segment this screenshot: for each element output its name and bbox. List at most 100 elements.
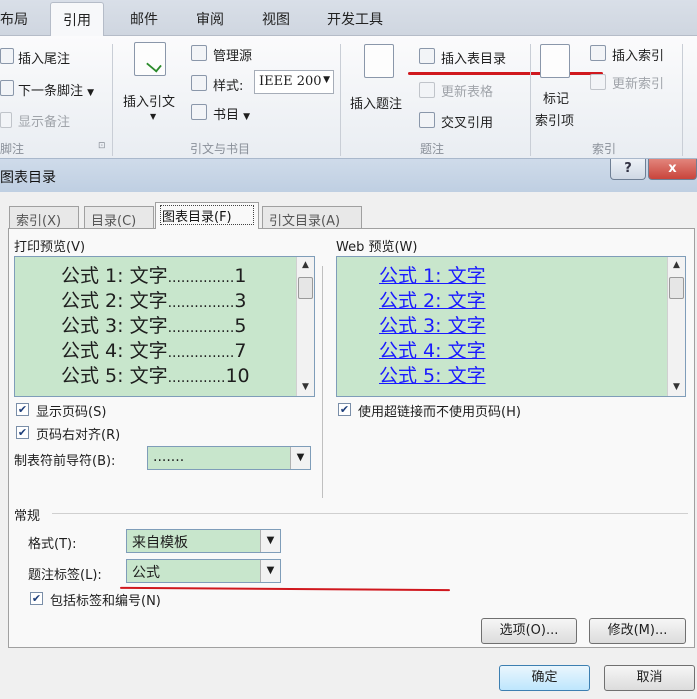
insert-citation-button[interactable]: 插入引文 — [123, 91, 175, 110]
chevron-down-icon: ▼ — [87, 88, 95, 98]
tab-leader-value: ....... — [153, 449, 185, 465]
chevron-down-icon: ▼ — [150, 112, 157, 121]
scroll-thumb[interactable] — [669, 277, 684, 299]
print-preview-text: 公式 3: 文字 — [61, 315, 168, 337]
insert-endnote-button[interactable]: 插入尾注 — [18, 48, 70, 67]
print-preview-line: 公式 5: 文字.............10 — [61, 361, 250, 388]
web-preview-link[interactable]: 公式 1: 文字 — [379, 261, 486, 288]
red-annotation-underline — [408, 72, 603, 75]
section-divider — [52, 513, 688, 514]
general-section-label: 常规 — [14, 509, 41, 524]
chevron-down-icon: ▼ — [323, 75, 330, 85]
web-preview-link[interactable]: 公式 3: 文字 — [379, 311, 486, 338]
dialog-titlebar[interactable]: 图表目录 ? x — [0, 158, 697, 192]
bibliography-icon — [191, 104, 207, 120]
manage-sources-button[interactable]: 管理源 — [213, 45, 252, 64]
show-notes-icon — [0, 112, 12, 128]
style-combo[interactable]: IEEE 200 ▼ — [254, 70, 334, 94]
modify-button[interactable]: 修改(M)... — [589, 618, 686, 644]
print-preview-leader: ............... — [167, 345, 235, 361]
show-page-numbers-label: 显示页码(S) — [36, 405, 107, 420]
insert-endnote-icon — [0, 48, 14, 64]
group-separator — [112, 44, 113, 156]
print-preview-page: 1 — [234, 265, 247, 287]
insert-index-button[interactable]: 插入索引 — [612, 45, 664, 64]
web-preview-label: Web 预览(W) — [336, 240, 418, 255]
include-label-checkbox[interactable]: ✔ — [30, 592, 43, 605]
close-button[interactable]: x — [648, 159, 697, 180]
insert-tof-icon — [419, 48, 435, 64]
tab-developer[interactable]: 开发工具 — [327, 9, 383, 29]
scroll-up-icon[interactable]: ▲ — [668, 257, 685, 274]
insert-table-of-figures-button[interactable]: 插入表目录 — [441, 48, 506, 67]
right-align-label: 页码右对齐(R) — [36, 428, 121, 443]
tab-mailings[interactable]: 邮件 — [130, 9, 158, 29]
chevron-down-icon: ▼ — [260, 560, 280, 582]
dialog-tab-strip: 索引(X) 目录(C) 图表目录(F) 引文目录(A) — [0, 192, 697, 232]
print-preview-scrollbar[interactable]: ▲ ▼ — [296, 257, 314, 396]
chevron-down-icon: ▼ — [290, 447, 310, 469]
print-preview-line: 公式 3: 文字...............5 — [61, 311, 246, 338]
scroll-up-icon[interactable]: ▲ — [297, 257, 314, 274]
tab-layout[interactable]: 布局 — [0, 9, 28, 29]
web-preview-box: 公式 1: 文字 公式 2: 文字 公式 3: 文字 公式 4: 文字 公式 5: 文字… — [336, 256, 686, 397]
tab-leader-label: 制表符前导符(B): — [14, 454, 116, 469]
print-preview-text: 公式 4: 文字 — [61, 340, 168, 362]
tab-view[interactable]: 视图 — [262, 9, 290, 29]
dialog-launcher-icon[interactable]: ⊡ — [98, 141, 106, 151]
web-preview-link[interactable]: 公式 5: 文字 — [379, 361, 486, 388]
chevron-down-icon: ▼ — [260, 530, 280, 552]
print-preview-page: 3 — [234, 290, 247, 312]
scroll-down-icon[interactable]: ▼ — [668, 379, 685, 396]
bibliography-button[interactable]: 书目 ▼ — [213, 104, 250, 123]
tab-review[interactable]: 审阅 — [196, 9, 224, 29]
show-page-numbers-checkbox[interactable]: ✔ — [16, 403, 29, 416]
tab-references[interactable]: 引用 — [50, 2, 104, 37]
next-footnote-icon — [0, 80, 14, 96]
web-preview-link[interactable]: 公式 2: 文字 — [379, 286, 486, 313]
mark-entry-label-1[interactable]: 标记 — [543, 88, 569, 107]
include-label-label: 包括标签和编号(N) — [50, 594, 161, 609]
update-table-button[interactable]: 更新表格 — [441, 81, 493, 100]
scroll-thumb[interactable] — [298, 277, 313, 299]
tab-table-of-authorities[interactable]: 引文目录(A) — [262, 206, 362, 229]
tab-index[interactable]: 索引(X) — [9, 206, 79, 229]
cross-reference-icon — [419, 112, 435, 128]
dialog-title: 图表目录 — [0, 170, 56, 186]
print-preview-label: 打印预览(V) — [14, 240, 86, 255]
mark-entry-label-2[interactable]: 索引项 — [535, 110, 574, 129]
group-separator — [682, 44, 683, 156]
use-hyperlinks-label: 使用超链接而不使用页码(H) — [358, 405, 521, 420]
options-button[interactable]: 选项(O)... — [481, 618, 577, 644]
print-preview-box: 公式 1: 文字...............1 公式 2: 文字........… — [14, 256, 315, 397]
help-button[interactable]: ? — [610, 159, 646, 180]
use-hyperlinks-checkbox[interactable]: ✔ — [338, 403, 351, 416]
group-separator — [340, 44, 341, 156]
print-preview-page: 10 — [225, 365, 250, 387]
group-label-captions: 题注 — [420, 142, 445, 156]
update-index-button[interactable]: 更新索引 — [612, 73, 664, 92]
format-dropdown[interactable]: 来自模板 ▼ — [126, 529, 281, 553]
show-notes-button[interactable]: 显示备注 — [18, 111, 70, 130]
right-align-checkbox[interactable]: ✔ — [16, 426, 29, 439]
print-preview-line: 公式 2: 文字...............3 — [61, 286, 246, 313]
next-footnote-button[interactable]: 下一条脚注 ▼ — [18, 80, 94, 99]
cancel-button[interactable]: 取消 — [604, 665, 695, 691]
group-label-footnotes: 脚注 — [0, 142, 25, 156]
web-preview-scrollbar[interactable]: ▲ ▼ — [667, 257, 685, 396]
scroll-down-icon[interactable]: ▼ — [297, 379, 314, 396]
style-icon — [191, 75, 207, 91]
web-preview-link[interactable]: 公式 4: 文字 — [379, 336, 486, 363]
insert-caption-button[interactable]: 插入题注 — [350, 93, 402, 112]
insert-caption-icon — [364, 44, 394, 78]
print-preview-leader: ............... — [167, 320, 235, 336]
print-preview-leader: ............. — [167, 370, 226, 386]
cross-reference-button[interactable]: 交叉引用 — [441, 112, 493, 131]
manage-sources-icon — [191, 45, 207, 61]
tab-leader-dropdown[interactable]: ....... ▼ — [147, 446, 311, 470]
ok-button[interactable]: 确定 — [499, 665, 590, 691]
print-preview-page: 5 — [234, 315, 247, 337]
tab-toc[interactable]: 目录(C) — [84, 206, 154, 229]
caption-label-value: 公式 — [132, 565, 160, 581]
caption-label-dropdown[interactable]: 公式 ▼ — [126, 559, 281, 583]
